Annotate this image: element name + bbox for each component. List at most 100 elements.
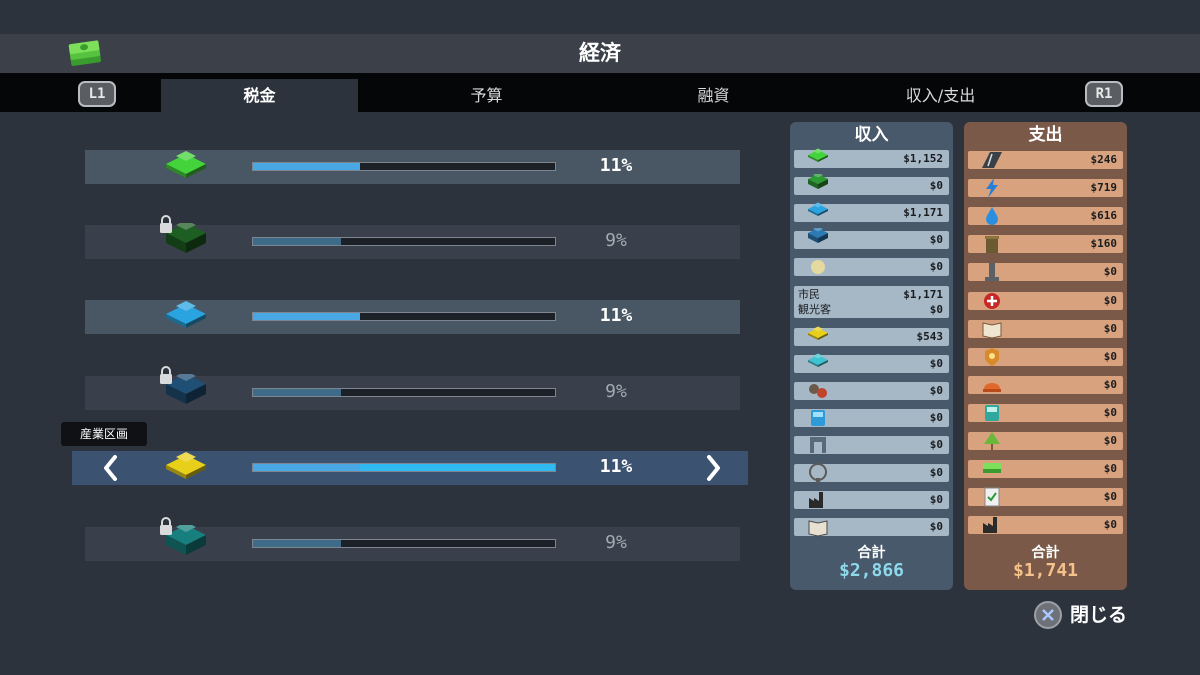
tax-slider-highlight [360,464,555,471]
tab-income-expenses[interactable]: 収入/支出 [842,79,1039,112]
budget-item: $543 [794,325,949,349]
tab-budget[interactable]: 予算 [388,79,585,112]
budget-item-value: $0 [929,179,943,193]
income-total-label: 合計 [857,545,886,561]
water-drop-icon [980,204,1004,228]
budget-item: $160 [968,232,1123,256]
healthcare-icon [980,289,1004,313]
tab-bar: L1 税金 予算 融資 収入/支出 R1 [0,73,1200,112]
budget-item: $0 [968,516,1123,535]
budget-item: $0 [794,461,949,485]
tree-park-icon [980,429,1004,453]
tax-slider-fill [253,464,361,471]
tax-slider[interactable] [252,162,556,171]
budget-item: $0 [968,487,1123,507]
garbage-bin-icon [980,232,1004,256]
industrial-icon [806,325,830,349]
zone-tooltip: 産業区画 [61,422,147,446]
budget-item-value: $543 [916,330,944,343]
residential-high-icon [806,172,830,198]
commercial-high-icon [806,226,830,252]
budget-item-value: $1,152 [903,152,943,165]
tax-percent: 9% [605,532,627,553]
specialized-commercial-icon [806,255,830,279]
budget-item-value: $0 [1103,293,1117,307]
budget-item-value: $160 [1090,237,1118,251]
arrow-right-icon[interactable] [703,453,723,483]
expense-total-label: 合計 [1031,545,1060,561]
budget-item: $0 [968,460,1123,479]
budget-item-value: $0 [929,438,943,452]
tab-loans[interactable]: 融資 [615,79,812,112]
police-badge-icon [980,345,1004,369]
lock-icon [158,365,174,385]
tax-slider-fill [253,540,341,547]
bus-icon [980,401,1004,425]
expense-total-value: $1,741 [1012,560,1079,581]
tax-slider[interactable] [252,312,556,321]
budget-item: $246 [968,151,1123,169]
budget-item-value: $0 [929,492,943,506]
tax-slider-fill [253,389,341,396]
residential-low-icon [162,148,210,184]
budget-item: $0 [794,515,949,539]
expense-panel: 支出 $246 $719 $616 $160 $0 $0 $0 $0 $0 $0 $0 $0 $0 $0 … [964,122,1127,590]
citizen-label: 市民 [798,288,820,301]
budget-item-value: $0 [1103,349,1117,363]
budget-item-value: $0 [929,260,943,274]
budget-item: $0 [968,345,1123,369]
tax-percent: 9% [605,381,627,402]
park-ferris-wheel-icon [806,461,830,485]
budget-item: $0 [794,433,949,457]
residential-low-icon [806,147,830,171]
tax-percent: 11% [599,155,633,176]
expense-title: 支出 [1028,125,1063,145]
budget-item: $719 [968,176,1123,200]
budget-item-value: $0 [929,465,943,479]
tax-slider[interactable] [252,237,556,246]
commercial-low-icon [806,201,830,225]
income-title: 収入 [854,125,889,145]
transport-building-icon [806,433,830,457]
tax-slider-fill [253,313,361,320]
budget-item: $0 [794,353,949,374]
tax-slider[interactable] [252,463,556,472]
budget-item: $1,152 [794,147,949,171]
lock-icon [158,214,174,234]
road-icon [980,148,1004,172]
budget-item: $0 [968,317,1123,341]
r1-shoulder-button[interactable]: R1 [1085,81,1123,107]
budget-item-value: $0 [929,411,943,425]
monument-icon [980,260,1004,284]
budget-item-value: $0 [1103,321,1117,335]
budget-item-value: $246 [1090,153,1118,166]
budget-item: $0 [968,289,1123,313]
tab-tax[interactable]: 税金 [161,79,358,112]
budget-item: $0 [794,226,949,252]
close-label: 閉じる [1070,604,1128,626]
specialized-industry-icon [806,379,830,403]
tax-slider[interactable] [252,388,556,397]
budget-item: $0 [794,379,949,403]
book-icon [806,515,830,539]
budget-item-value: $0 [929,384,943,398]
budget-item-value: $0 [929,233,943,247]
arrow-left-icon[interactable] [101,453,121,483]
budget-item: $1,171 [794,201,949,225]
budget-item-value: $0 [1103,518,1117,532]
budget-item-value: $616 [1090,209,1118,223]
tax-percent: 9% [605,230,627,251]
tax-slider[interactable] [252,539,556,548]
budget-item-value: $0 [1103,490,1117,504]
l1-shoulder-button[interactable]: L1 [78,81,116,107]
title-bar: 経済 [0,34,1200,73]
education-book-icon [980,317,1004,341]
income-panel: 収入 $1,152 $0 $1,171 $0 $0 市民 $1,171 観光客 $… [790,122,953,590]
citizen-tourist-item: 市民 $1,171 観光客 $0 [794,286,949,318]
industry-building-icon [806,488,830,512]
budget-item: $0 [794,488,949,512]
tax-slider-fill [253,238,341,245]
budget-item-value: $0 [929,519,943,533]
budget-item-value: $719 [1090,181,1118,195]
electricity-icon [980,176,1004,200]
